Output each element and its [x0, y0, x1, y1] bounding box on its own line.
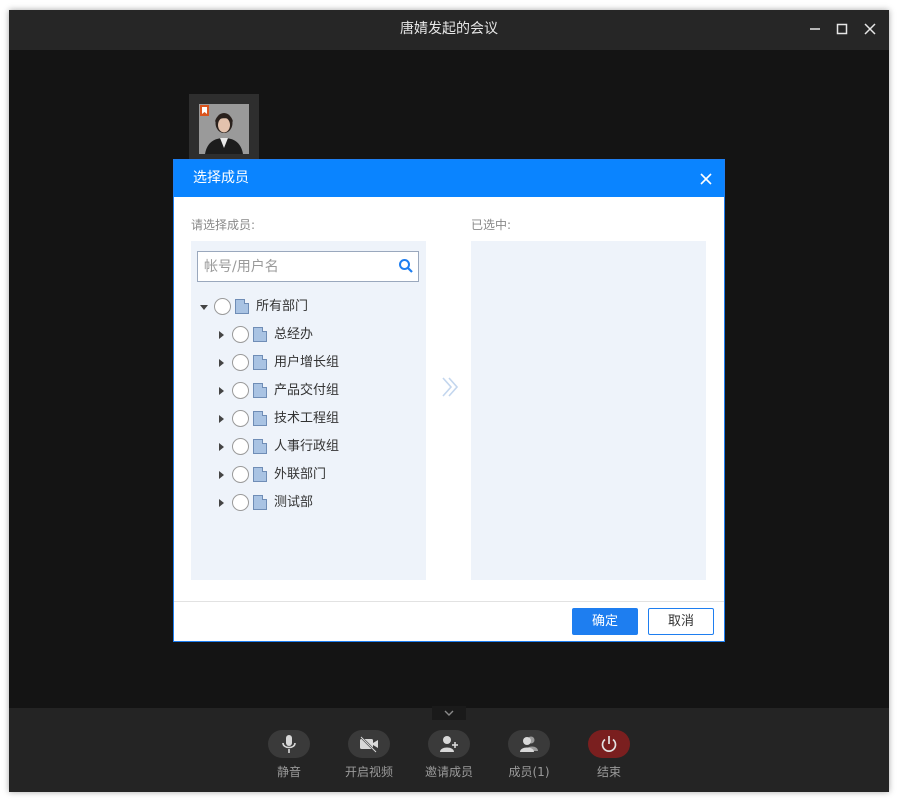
invite-members-button[interactable]: 邀请成员 [419, 730, 479, 790]
selected-label: 已选中: [471, 218, 512, 232]
expand-toggle-icon[interactable] [219, 331, 224, 339]
folder-icon [253, 355, 267, 370]
avatar [199, 104, 249, 154]
search-icon [399, 259, 413, 273]
participant-photo [199, 104, 249, 154]
microphone-icon [282, 735, 296, 753]
window-title: 唐婧发起的会议 [400, 21, 498, 37]
tree-node[interactable]: 外联部门 [218, 465, 418, 485]
members-button[interactable]: 成员(1) [499, 730, 559, 790]
chevron-down-icon [444, 710, 454, 716]
add-user-icon [440, 736, 458, 752]
dialog-footer: 确定 取消 [174, 601, 724, 641]
select-radio[interactable] [232, 354, 249, 371]
folder-icon [235, 299, 249, 314]
maximize-icon [836, 23, 848, 35]
tree-node[interactable]: 用户增长组 [218, 353, 418, 373]
minimize-icon [810, 28, 820, 30]
tree-node-label: 用户增长组 [274, 355, 340, 370]
folder-icon [253, 383, 267, 398]
tree-node[interactable]: 人事行政组 [218, 437, 418, 457]
end-meeting-button[interactable]: 结束 [579, 730, 639, 790]
end-meeting-label: 结束 [596, 765, 621, 779]
expand-toggle-icon[interactable] [219, 499, 224, 507]
expand-toggle-icon[interactable] [219, 387, 224, 395]
minimize-button[interactable] [805, 19, 825, 39]
select-radio[interactable] [232, 466, 249, 483]
select-members-dialog: 选择成员 请选择成员: 已选中: 所有部门 总经办 [173, 159, 725, 642]
dialog-header: 选择成员 [174, 160, 724, 197]
search-button[interactable] [398, 258, 414, 274]
confirm-button[interactable]: 确定 [572, 608, 638, 635]
cancel-button[interactable]: 取消 [648, 608, 714, 635]
tree-node-label: 测试部 [274, 495, 314, 510]
invite-members-label: 邀请成员 [424, 765, 473, 779]
select-radio[interactable] [232, 326, 249, 343]
add-to-selected-button[interactable] [440, 376, 460, 398]
members-label: 成员(1) [508, 765, 550, 779]
tree-node-label: 人事行政组 [274, 439, 340, 454]
power-icon [601, 736, 617, 752]
video-off-icon [360, 736, 378, 753]
select-radio[interactable] [232, 438, 249, 455]
tree-node[interactable]: 测试部 [218, 493, 418, 513]
double-chevron-right-icon [442, 377, 459, 397]
select-radio[interactable] [232, 382, 249, 399]
folder-icon [253, 411, 267, 426]
expand-toggle-icon[interactable] [219, 443, 224, 451]
mute-button[interactable]: 静音 [259, 730, 319, 790]
tree-root-all-departments[interactable]: 所有部门 [200, 297, 420, 317]
expand-toggle-icon[interactable] [219, 471, 224, 479]
dialog-title: 选择成员 [193, 170, 249, 186]
tree-node-label: 产品交付组 [274, 383, 340, 398]
folder-icon [253, 495, 267, 510]
close-icon [864, 23, 876, 35]
folder-icon [253, 327, 267, 342]
select-members-label: 请选择成员: [191, 218, 256, 232]
members-icon [520, 736, 538, 752]
video-pill [348, 730, 390, 758]
tree-node[interactable]: 产品交付组 [218, 381, 418, 401]
folder-icon [253, 439, 267, 454]
close-window-button[interactable] [860, 19, 880, 39]
end-pill [588, 730, 630, 758]
expand-toggle-icon[interactable] [200, 305, 208, 310]
start-video-button[interactable]: 开启视频 [339, 730, 399, 790]
expand-toggle-icon[interactable] [219, 415, 224, 423]
member-tree-panel: 所有部门 总经办 用户增长组 产品交付组 技术工程组 [191, 241, 426, 580]
dialog-close-button[interactable] [698, 171, 714, 187]
tree-node-label: 外联部门 [274, 467, 327, 482]
invite-pill [428, 730, 470, 758]
members-pill [508, 730, 550, 758]
folder-icon [253, 467, 267, 482]
mute-pill [268, 730, 310, 758]
maximize-button[interactable] [832, 19, 852, 39]
select-radio[interactable] [214, 298, 231, 315]
expand-toggle-icon[interactable] [219, 359, 224, 367]
collapse-toolbar-button[interactable] [432, 706, 466, 720]
tree-node-label: 所有部门 [256, 299, 309, 314]
meeting-toolbar: 静音 开启视频 邀请成员 成员(1) 结束 [9, 706, 889, 792]
selected-members-panel [471, 241, 706, 580]
start-video-label: 开启视频 [344, 765, 393, 779]
select-radio[interactable] [232, 494, 249, 511]
mute-label: 静音 [276, 765, 301, 779]
tree-node[interactable]: 技术工程组 [218, 409, 418, 429]
tree-node[interactable]: 总经办 [218, 325, 418, 345]
tree-node-label: 总经办 [274, 327, 314, 342]
tree-node-label: 技术工程组 [274, 411, 340, 426]
search-input[interactable] [198, 252, 394, 281]
title-bar: 唐婧发起的会议 [9, 10, 889, 50]
select-radio[interactable] [232, 410, 249, 427]
search-box [197, 251, 419, 282]
close-icon [700, 173, 712, 185]
